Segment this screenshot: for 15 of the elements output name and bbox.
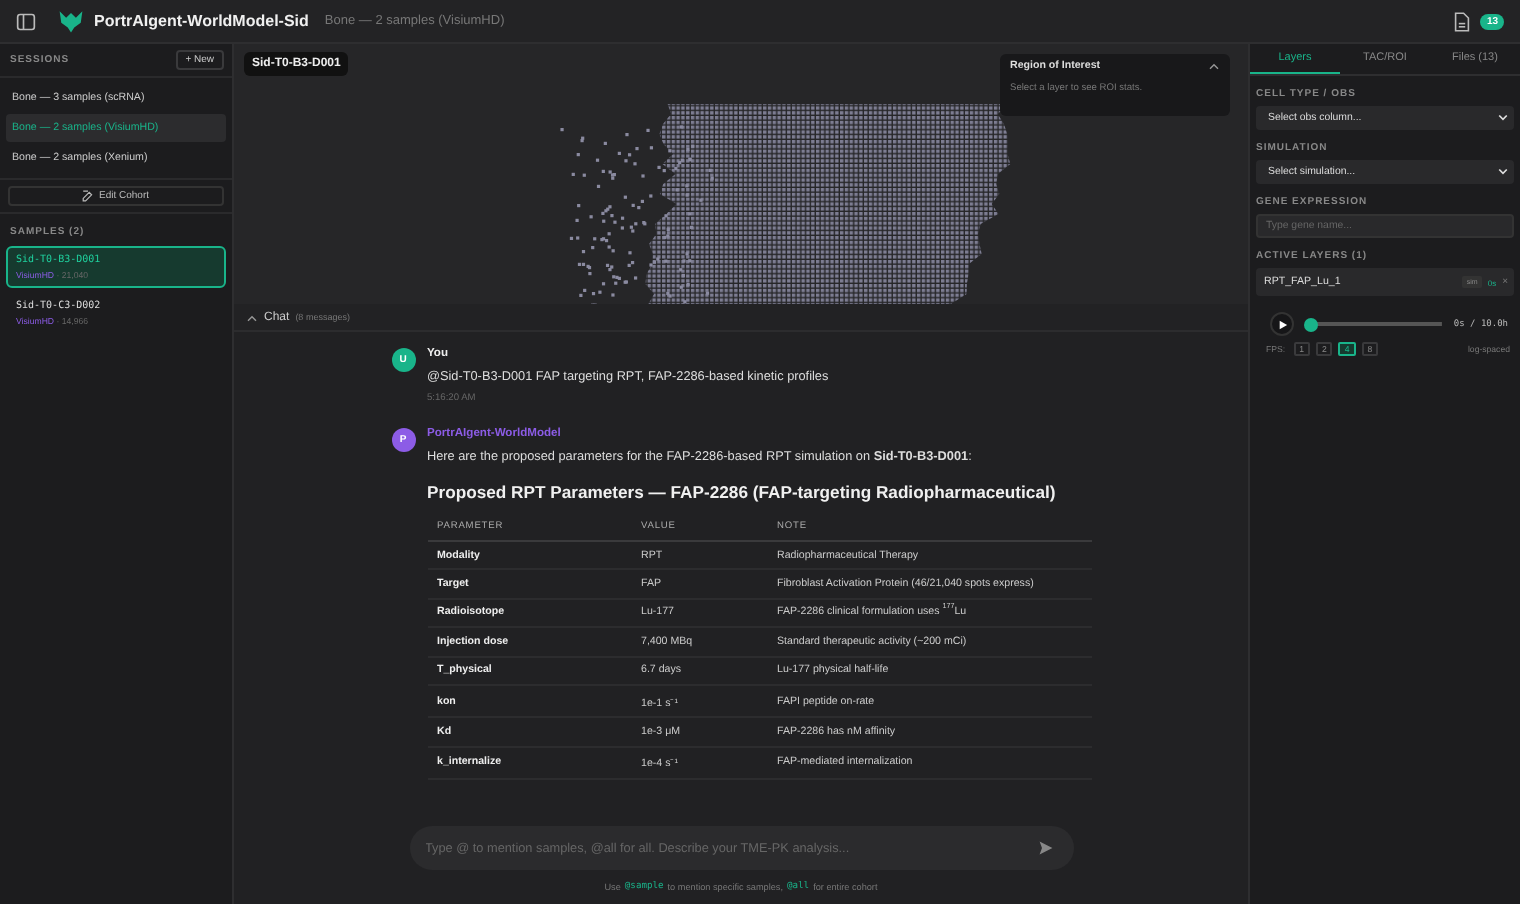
time-slider[interactable] [1306,317,1442,331]
play-icon [1277,319,1287,329]
collapse-icon[interactable] [1208,62,1220,70]
document-icon[interactable] [1454,11,1471,31]
edit-icon [82,190,95,202]
chevron-up-icon [246,313,258,321]
chevron-down-icon [1498,114,1508,122]
app-title: PortrAIgent-WorldModel-Sid [94,12,309,30]
sidebar-toggle-icon[interactable] [16,11,36,31]
chevron-down-icon [1498,168,1508,176]
slider-thumb[interactable] [1304,317,1318,331]
logo-icon [58,8,84,34]
send-icon[interactable] [1037,840,1053,856]
play-button[interactable] [1270,312,1294,336]
message-heading: Proposed RPT Parameters — FAP-2286 (FAP-targeting Radiopharmaceutical) [427,482,1058,502]
